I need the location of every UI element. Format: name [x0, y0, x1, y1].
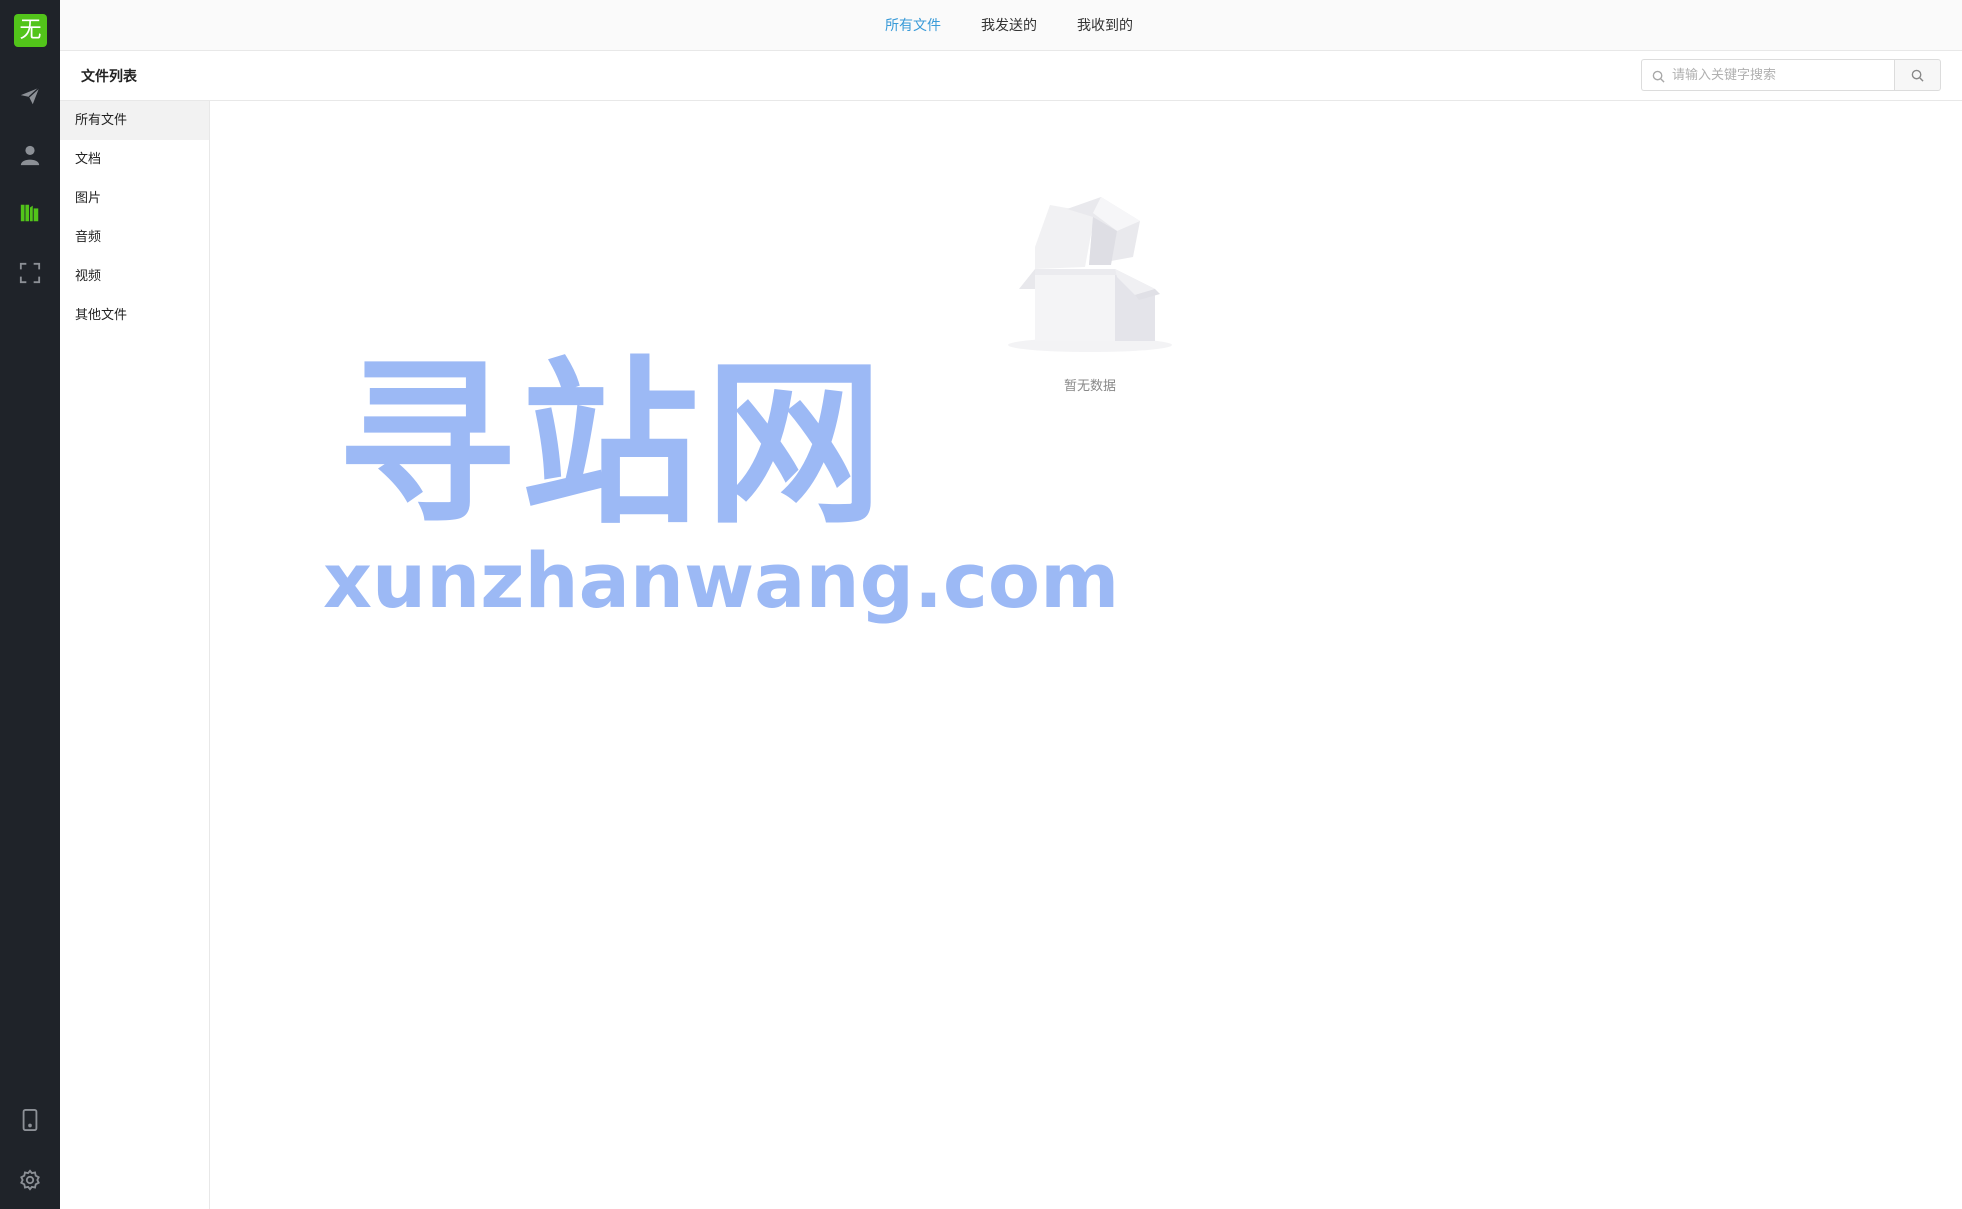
search-bar [1641, 59, 1941, 91]
search-input[interactable] [1672, 60, 1887, 90]
content-header: 文件列表 [60, 51, 1962, 101]
category-all-files[interactable]: 所有文件 [60, 101, 209, 140]
page-title: 文件列表 [81, 69, 137, 85]
files-icon[interactable] [15, 198, 45, 228]
empty-box-icon [1008, 197, 1172, 352]
category-audio[interactable]: 音频 [60, 218, 209, 257]
category-sidebar: 所有文件 文档 图片 音频 视频 其他文件 [60, 101, 210, 1209]
top-tabs: 所有文件 我发送的 我收到的 [885, 0, 1173, 50]
category-video[interactable]: 视频 [60, 257, 209, 296]
settings-icon[interactable] [15, 1165, 45, 1195]
category-documents[interactable]: 文档 [60, 140, 209, 179]
empty-state-text: 暂无数据 [1063, 379, 1116, 394]
app-logo[interactable]: 无 [14, 14, 47, 47]
search-button-icon [1911, 69, 1924, 82]
empty-state: 暂无数据 [1000, 191, 1180, 394]
mobile-icon[interactable] [15, 1105, 45, 1135]
tab-all-files[interactable]: 所有文件 [885, 15, 941, 35]
search-button[interactable] [1894, 59, 1941, 91]
category-images[interactable]: 图片 [60, 179, 209, 218]
tab-received[interactable]: 我收到的 [1077, 15, 1133, 35]
file-list-area: 暂无数据 [210, 101, 1962, 1209]
search-icon [1652, 68, 1665, 87]
app-window: 无 所有文件 我发送的 我收到的 文件列表 请输入关键字搜索 所有文件 文档 图… [0, 0, 1962, 1209]
left-rail: 无 [0, 0, 60, 1209]
scan-icon[interactable] [15, 258, 45, 288]
send-icon[interactable] [15, 81, 45, 111]
search-field [1641, 59, 1895, 91]
tab-sent[interactable]: 我发送的 [981, 15, 1037, 35]
contacts-icon[interactable] [15, 140, 45, 170]
category-other-files[interactable]: 其他文件 [60, 296, 209, 335]
top-nav: 所有文件 我发送的 我收到的 [60, 0, 1962, 51]
